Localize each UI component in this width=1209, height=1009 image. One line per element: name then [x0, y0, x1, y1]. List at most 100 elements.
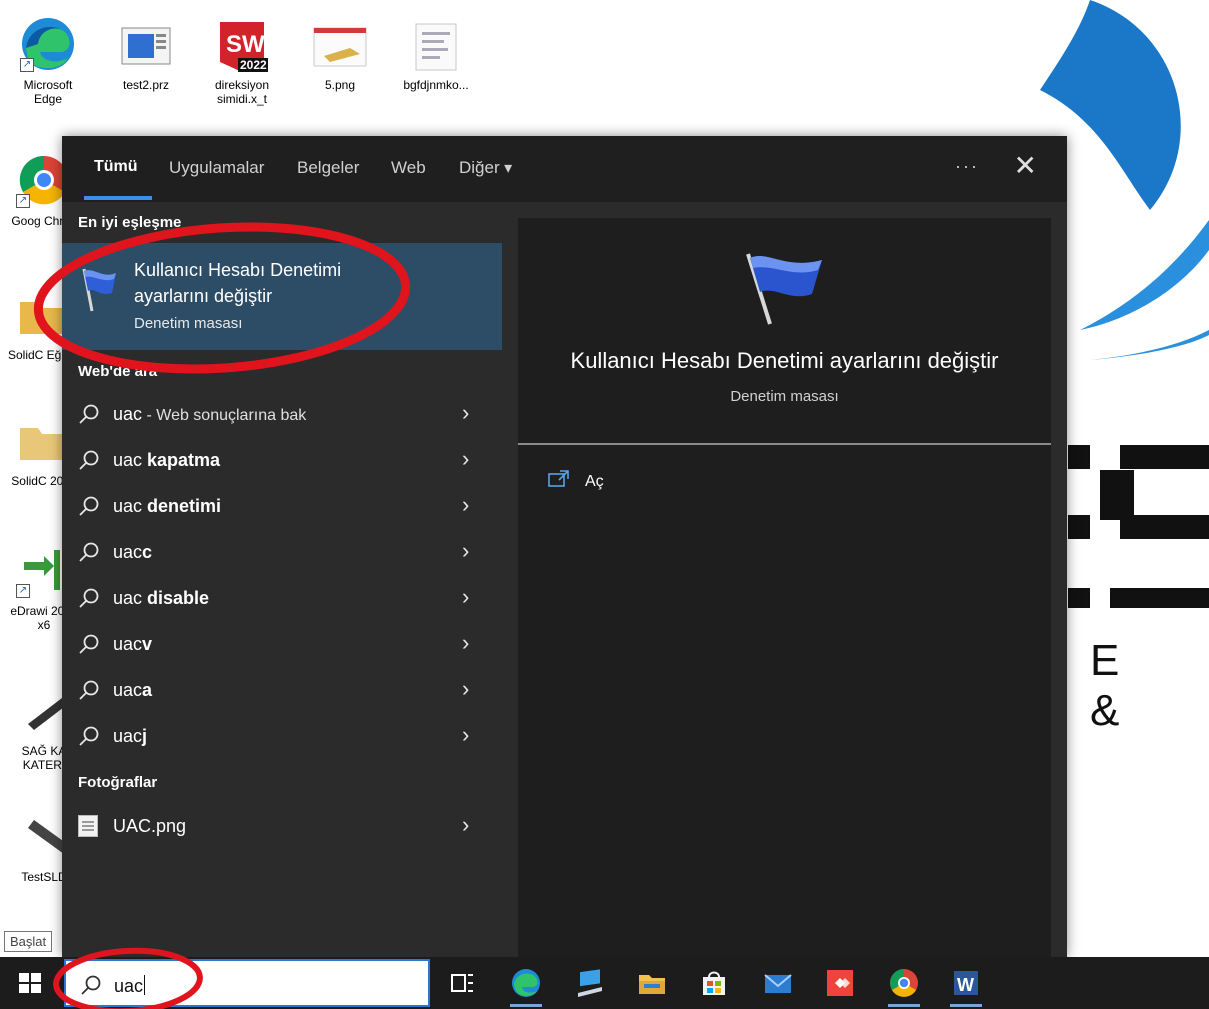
shortcut-arrow-icon: ↗ [20, 58, 34, 72]
solidworks-file-icon: SW 2022 [212, 14, 272, 74]
web-result-row[interactable]: uac disable › [62, 576, 502, 622]
web-search-heading: Web'de ara [78, 363, 158, 380]
start-button[interactable] [12, 967, 48, 999]
chevron-right-icon: › [462, 538, 470, 563]
chrome-icon [890, 969, 918, 997]
best-match-subtitle: Denetim masası [134, 315, 243, 332]
search-icon [79, 496, 99, 516]
tab-more-dropdown[interactable]: Diğer [459, 158, 512, 178]
active-tab-indicator [84, 196, 152, 200]
web-result-text: uacv [113, 634, 153, 654]
web-result-text: uac - Web sonuçlarına bak [113, 404, 307, 424]
web-result-row[interactable]: uacj › [62, 714, 502, 760]
open-label: Aç [585, 473, 604, 490]
chevron-right-icon: › [462, 584, 470, 609]
taskbar-anydesk[interactable] [818, 963, 862, 1003]
photo-result-row[interactable]: UAC.png › [62, 804, 502, 850]
svg-text:SW: SW [226, 31, 265, 58]
photo-result-text: UAC.png [113, 816, 187, 836]
taskbar-chrome[interactable] [882, 963, 926, 1007]
preview-pane: Kullanıcı Hesabı Denetimi ayarlarını değ… [518, 218, 1051, 957]
tab-documents[interactable]: Belgeler [297, 158, 359, 178]
task-view-button[interactable] [440, 963, 484, 1003]
taskbar-mail[interactable] [756, 963, 800, 1003]
web-result-text: uac denetimi [113, 496, 222, 516]
document-file-icon [406, 14, 466, 74]
svg-text:W: W [957, 975, 974, 995]
search-icon [79, 404, 99, 424]
edge-icon: ↗ [18, 14, 78, 74]
taskbar-edge[interactable] [504, 963, 548, 1007]
best-match-result[interactable]: Kullanıcı Hesabı Denetimi ayarlarını değ… [62, 243, 502, 350]
search-input[interactable]: uac [114, 975, 146, 997]
preview-title: Kullanıcı Hesabı Denetimi ayarlarını değ… [570, 348, 999, 373]
open-external-icon [548, 470, 569, 487]
best-match-heading: En iyi eşleşme [78, 214, 182, 231]
results-pane: En iyi eşleşme Kullanıcı Hesabı Denetimi… [62, 202, 502, 957]
search-icon [79, 450, 99, 470]
start-tooltip: Başlat [4, 931, 53, 952]
store-icon [703, 971, 725, 995]
tab-apps[interactable]: Uygulamalar [169, 158, 264, 178]
search-icon [81, 975, 101, 995]
preview-subtitle: Denetim masası [730, 388, 839, 405]
text-caret [144, 975, 146, 995]
web-result-row[interactable]: uac - Web sonuçlarına bak › [62, 392, 502, 438]
edge-icon [512, 969, 540, 997]
desktop-icon-5png[interactable]: 5.png [300, 14, 380, 92]
close-button[interactable]: ✕ [1014, 150, 1037, 182]
search-tabs-bar: Tümü Uygulamalar Belgeler Web Diğer ··· … [62, 136, 1067, 202]
remote-desktop-icon [578, 969, 602, 997]
search-icon [79, 634, 99, 654]
desktop-icon-label: Microsoft Edge [23, 78, 73, 106]
search-icon [79, 680, 99, 700]
desktop-icon-bgfdjnmko[interactable]: bgfdjnmko... [396, 14, 476, 92]
web-result-row[interactable]: uac kapatma › [62, 438, 502, 484]
shortcut-arrow-icon: ↗ [16, 194, 30, 208]
chevron-right-icon: › [462, 676, 470, 701]
chevron-right-icon: › [462, 446, 470, 471]
preview-divider [518, 443, 1051, 445]
desktop-icon-direksiyon[interactable]: SW 2022 direksiyon simidi.x_t [202, 14, 282, 106]
chevron-right-icon: › [462, 630, 470, 655]
uac-flag-icon [82, 268, 116, 312]
chevron-right-icon: › [462, 400, 470, 425]
wallpaper-text: E & [1090, 636, 1138, 735]
desktop-icon-edge[interactable]: ↗ Microsoft Edge [8, 14, 88, 106]
more-options-button[interactable]: ··· [955, 156, 979, 177]
presentation-file-icon [116, 14, 176, 74]
taskbar-word[interactable]: W [944, 963, 988, 1007]
chevron-right-icon: › [462, 722, 470, 747]
chevron-right-icon: › [462, 492, 470, 517]
best-match-title: Kullanıcı Hesabı Denetimi ayarlarını değ… [134, 260, 342, 306]
tab-all[interactable]: Tümü [94, 158, 138, 176]
search-icon [79, 588, 99, 608]
web-result-text: uaca [113, 680, 153, 700]
version-badge: 2022 [240, 58, 267, 72]
web-result-text: uac disable [113, 588, 210, 608]
taskbar-search-box[interactable]: uac [64, 959, 430, 1007]
taskbar-remote-desktop[interactable] [568, 963, 612, 1003]
mail-icon [764, 974, 792, 993]
web-result-row[interactable]: uacv › [62, 622, 502, 668]
taskbar-file-explorer[interactable] [630, 963, 674, 1003]
file-explorer-icon [639, 975, 665, 994]
web-result-row[interactable]: uacc › [62, 530, 502, 576]
task-view-icon [451, 974, 473, 992]
desktop-icon-label: test2.prz [122, 78, 170, 92]
word-icon: W [954, 971, 978, 995]
web-result-row[interactable]: uac denetimi › [62, 484, 502, 530]
web-result-text: uac kapatma [113, 450, 221, 470]
uac-flag-icon [746, 253, 822, 325]
image-file-icon [310, 14, 370, 74]
search-panel: Tümü Uygulamalar Belgeler Web Diğer ··· … [62, 136, 1067, 957]
tab-web[interactable]: Web [391, 158, 426, 178]
desktop-icon-label: bgfdjnmko... [403, 78, 469, 92]
anydesk-icon [827, 970, 853, 996]
search-icon [79, 542, 99, 562]
web-result-row[interactable]: uaca › [62, 668, 502, 714]
web-result-text: uacj [113, 726, 148, 746]
desktop-icon-test2[interactable]: test2.prz [106, 14, 186, 92]
web-result-text: uacc [113, 542, 153, 562]
taskbar-store[interactable] [692, 963, 736, 1003]
